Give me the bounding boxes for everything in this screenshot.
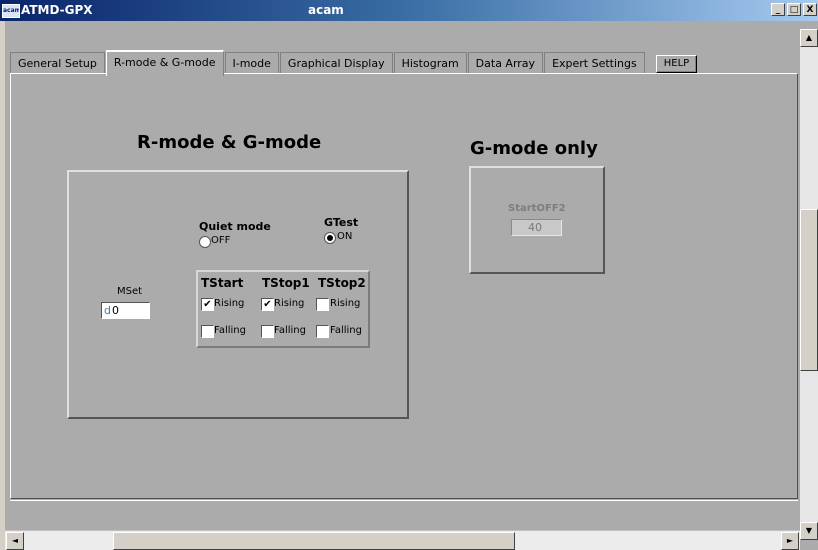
tstop1-header: TStop1 [262,276,310,290]
app-logo-icon: acam [2,4,20,18]
minimize-button[interactable]: _ [771,3,785,16]
tstart-falling-checkbox[interactable] [201,325,214,338]
mset-value: 0 [112,304,119,317]
tstop2-rising-label: Rising [330,298,361,309]
tstop1-falling-checkbox[interactable] [261,325,274,338]
tab-histogram[interactable]: Histogram [393,52,467,73]
quiet-mode-off-radio[interactable] [199,236,211,248]
rg-section-title: R-mode & G-mode [137,132,322,153]
startoff2-label: StartOFF2 [508,203,566,214]
gtest-on-label: ON [337,231,353,242]
tstop2-falling-checkbox[interactable] [316,325,329,338]
mset-field[interactable]: d 0 [101,302,150,319]
maximize-button[interactable]: □ [787,3,801,16]
tstop2-rising-checkbox[interactable] [316,298,329,311]
quiet-mode-off-label: OFF [211,235,231,246]
tstop1-falling-label: Falling [274,325,306,336]
scroll-down-arrow-icon[interactable]: ▼ [800,522,818,540]
tab-i-mode[interactable]: I-mode [224,52,279,73]
vertical-scrollbar[interactable]: ▲ ▼ [800,29,818,540]
tab-expert-settings[interactable]: Expert Settings [544,52,645,73]
scroll-up-arrow-icon[interactable]: ▲ [800,29,818,47]
tab-bar: General Setup R-mode & G-mode I-mode Gra… [10,50,698,76]
scroll-right-arrow-icon[interactable]: ► [781,532,799,550]
tstop1-rising-checkbox[interactable]: ✔ [261,298,274,311]
scroll-left-arrow-icon[interactable]: ◄ [6,532,24,550]
window-title: acam [308,3,344,17]
tstop1-rising-label: Rising [274,298,305,309]
title-bar: acam ATMD-GPX acam _ □ X [0,0,818,21]
tstart-falling-label: Falling [214,325,246,336]
tstart-rising-label: Rising [214,298,245,309]
tstop2-falling-label: Falling [330,325,362,336]
status-strip [10,500,798,522]
mset-increment-icon[interactable]: d [104,304,111,317]
tstart-header: TStart [201,276,244,290]
window-frame [0,21,5,550]
startoff2-value: 40 [528,221,542,234]
app-title: ATMD-GPX [21,3,93,17]
tstart-rising-checkbox[interactable]: ✔ [201,298,214,311]
help-button[interactable]: HELP [655,55,698,73]
startoff2-field[interactable]: 40 [511,219,562,236]
tab-graphical-display[interactable]: Graphical Display [279,52,393,73]
tab-r-mode-g-mode[interactable]: R-mode & G-mode [105,50,224,76]
g-mode-section-title: G-mode only [470,138,598,159]
horizontal-scroll-thumb[interactable] [113,532,515,550]
horizontal-scrollbar[interactable]: ◄ ► [5,530,800,550]
tab-general-setup[interactable]: General Setup [10,52,105,73]
close-button[interactable]: X [803,3,817,16]
tab-data-array[interactable]: Data Array [467,52,544,73]
gtest-on-radio[interactable] [324,232,336,244]
mset-label: MSet [117,286,143,297]
vertical-scroll-thumb[interactable] [800,209,818,371]
tstop2-header: TStop2 [318,276,366,290]
gtest-label: GTest [324,216,359,229]
window-controls: _ □ X [771,3,817,16]
quiet-mode-label: Quiet mode [199,220,271,233]
